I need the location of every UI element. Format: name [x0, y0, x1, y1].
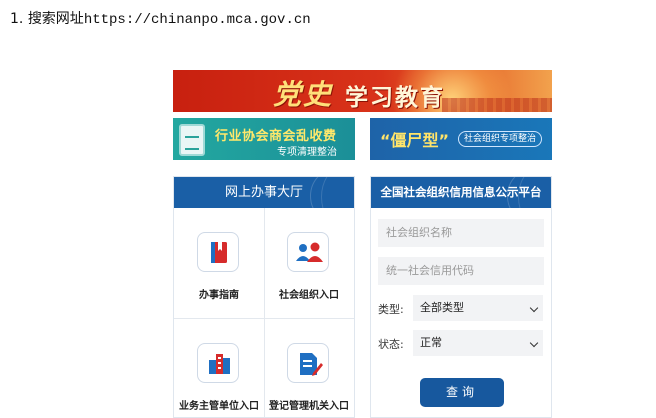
banner-roof-decoration	[442, 98, 552, 112]
service-hall-title: 网上办事大厅	[224, 185, 303, 200]
service-item-registry-entry[interactable]: 登记管理机关入口	[264, 319, 354, 417]
type-select[interactable]: 全部类型	[413, 295, 543, 321]
fee-banner-title: 行业协会商会乱收费	[215, 129, 337, 144]
party-history-banner[interactable]: 党史 学习教育	[173, 70, 552, 112]
step-text: 搜索网址	[27, 11, 84, 27]
book-icon	[197, 232, 239, 272]
service-item-supervisor-entry[interactable]: 业务主管单位入口	[174, 319, 264, 417]
service-item-org-entry[interactable]: 社会组织入口	[264, 208, 354, 318]
credit-platform-header: 全国社会组织信用信息公示平台	[371, 177, 551, 208]
zombie-org-banner[interactable]: “僵尸型” 社会组织专项整治	[370, 118, 552, 160]
credit-code-input[interactable]: 统一社会信用代码	[378, 257, 544, 285]
zombie-banner-title: “僵尸型”	[380, 131, 450, 150]
fee-rectification-banner[interactable]: 行业协会商会乱收费 专项清理整治	[173, 118, 355, 160]
status-select[interactable]: 正常	[413, 330, 543, 356]
document-icon	[179, 124, 205, 156]
type-select-value: 全部类型	[420, 301, 464, 314]
buildings-icon	[197, 343, 239, 383]
zombie-banner-pill: 社会组织专项整治	[458, 131, 543, 147]
status-label: 状态:	[378, 338, 404, 351]
query-button[interactable]: 查询	[420, 378, 504, 407]
status-select-value: 正常	[420, 336, 442, 349]
service-item-guide[interactable]: 办事指南	[174, 208, 264, 318]
globe-decoration	[507, 177, 551, 208]
fee-banner-subtitle: 专项清理整治	[277, 147, 337, 158]
service-item-label: 社会组织入口	[279, 290, 339, 301]
globe-decoration	[310, 177, 354, 208]
service-grid: 办事指南 社会组织入口 业务主管单位入口 登记管理机关入口	[174, 208, 354, 417]
instruction-line: 1. 搜索网址https://chinanpo.mca.gov.cn	[10, 8, 311, 28]
chevron-down-icon	[529, 303, 539, 313]
online-service-hall-panel: 网上办事大厅 办事指南 社会组织入口 业务主管单位入口 登记管理机关入口	[173, 176, 355, 418]
banner-party-text: 党史	[273, 78, 334, 111]
banner-study-text: 学习教育	[345, 85, 445, 111]
step-number: 1.	[10, 11, 24, 27]
edit-document-icon	[287, 343, 329, 383]
type-label: 类型:	[378, 303, 404, 316]
step-url[interactable]: https://chinanpo.mca.gov.cn	[84, 12, 311, 28]
service-hall-header: 网上办事大厅	[174, 177, 354, 208]
users-icon	[287, 232, 329, 272]
service-item-label: 办事指南	[199, 290, 239, 301]
credit-info-platform-panel: 全国社会组织信用信息公示平台 社会组织名称 统一社会信用代码 类型: 全部类型 …	[370, 176, 552, 418]
org-name-input[interactable]: 社会组织名称	[378, 219, 544, 247]
service-item-label: 登记管理机关入口	[269, 401, 349, 412]
chevron-down-icon	[529, 338, 539, 348]
service-item-label: 业务主管单位入口	[179, 401, 259, 412]
